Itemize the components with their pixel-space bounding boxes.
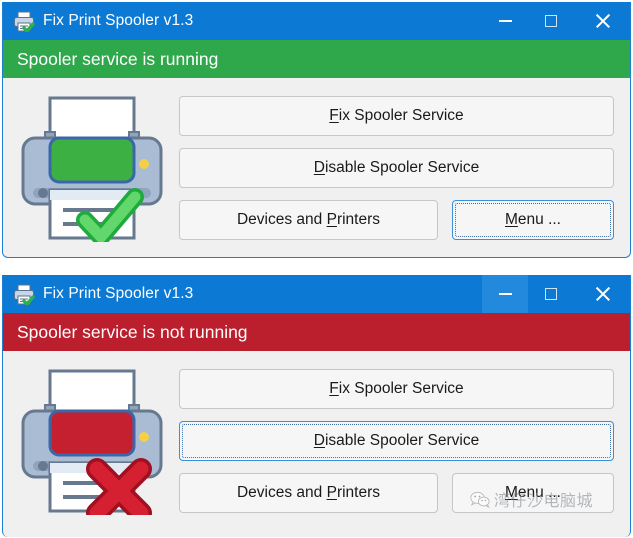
button-label: Disable Spooler Service <box>313 432 480 449</box>
close-icon <box>594 13 610 29</box>
window-spooler-stopped: Fix Print Spooler v1.3 Spooler service i… <box>2 275 631 537</box>
button-label: Menu ... <box>504 484 561 501</box>
close-button[interactable] <box>574 2 630 40</box>
status-text: Spooler service is not running <box>17 321 248 342</box>
disable-spooler-service-button[interactable]: Disable Spooler Service <box>179 148 614 188</box>
printer-status-ok-icon <box>19 92 165 242</box>
devices-and-printers-button[interactable]: Devices and Printers <box>179 473 438 513</box>
minimize-button[interactable] <box>482 275 528 313</box>
action-button-column: Fix Spooler Service Disable Spooler Serv… <box>179 92 614 242</box>
titlebar: Fix Print Spooler v1.3 <box>3 2 630 40</box>
window-control-group <box>482 2 630 40</box>
button-label: Fix Spooler Service <box>329 107 464 124</box>
devices-and-printers-button[interactable]: Devices and Printers <box>179 200 438 240</box>
close-icon <box>594 286 610 302</box>
window-control-group <box>482 275 630 313</box>
maximize-button[interactable] <box>528 2 574 40</box>
window-gap <box>0 258 633 275</box>
disable-spooler-service-button[interactable]: Disable Spooler Service <box>179 421 614 461</box>
window-spooler-running: Fix Print Spooler v1.3 Spooler service i… <box>2 2 631 258</box>
window-title: Fix Print Spooler v1.3 <box>43 12 194 29</box>
printer-status-error-icon <box>19 365 165 515</box>
menu-button[interactable]: Menu ... <box>452 200 614 240</box>
screenshot-root: Fix Print Spooler v1.3 Spooler service i… <box>0 0 633 538</box>
minimize-icon <box>498 20 512 22</box>
status-banner: Spooler service is not running <box>3 313 630 351</box>
window-title: Fix Print Spooler v1.3 <box>43 285 194 302</box>
window-body: Fix Spooler Service Disable Spooler Serv… <box>3 78 630 252</box>
status-banner: Spooler service is running <box>3 40 630 78</box>
printer-check-icon <box>13 10 35 33</box>
button-label: Disable Spooler Service <box>313 159 480 176</box>
maximize-icon <box>545 288 557 300</box>
status-text: Spooler service is running <box>17 48 219 69</box>
fix-spooler-service-button[interactable]: Fix Spooler Service <box>179 96 614 136</box>
minimize-button[interactable] <box>482 2 528 40</box>
button-label: Menu ... <box>504 211 561 228</box>
button-label: Fix Spooler Service <box>329 380 464 397</box>
maximize-button[interactable] <box>528 275 574 313</box>
minimize-icon <box>498 293 512 295</box>
menu-button[interactable]: Menu ... <box>452 473 614 513</box>
button-label: Devices and Printers <box>236 211 381 228</box>
fix-spooler-service-button[interactable]: Fix Spooler Service <box>179 369 614 409</box>
printer-check-icon <box>13 283 35 306</box>
titlebar: Fix Print Spooler v1.3 <box>3 275 630 313</box>
button-label: Devices and Printers <box>236 484 381 501</box>
maximize-icon <box>545 15 557 27</box>
bottom-button-row: Devices and Printers Menu ... <box>179 473 614 513</box>
close-button[interactable] <box>574 275 630 313</box>
window-body: Fix Spooler Service Disable Spooler Serv… <box>3 351 630 525</box>
bottom-button-row: Devices and Printers Menu ... <box>179 200 614 240</box>
action-button-column: Fix Spooler Service Disable Spooler Serv… <box>179 365 614 515</box>
